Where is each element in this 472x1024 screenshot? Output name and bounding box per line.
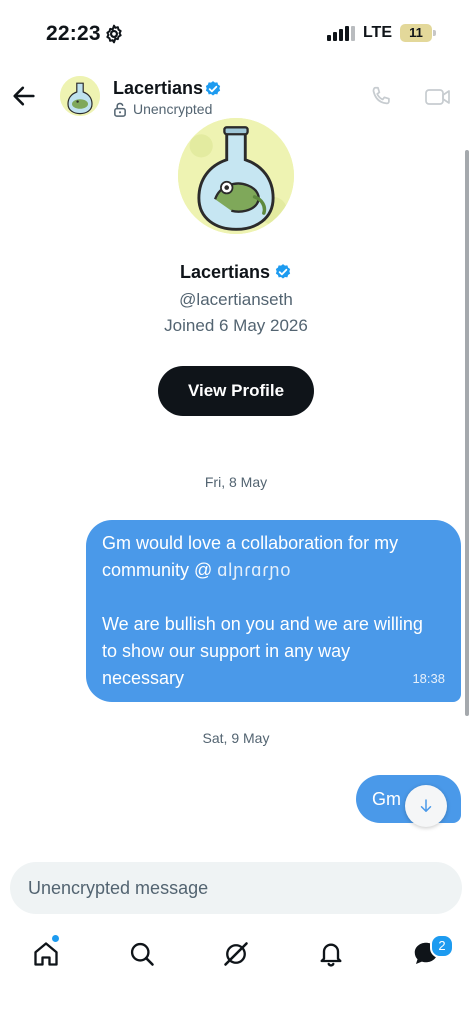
network-type: LTE	[362, 24, 392, 41]
avatar[interactable]	[60, 76, 100, 116]
date-separator: Fri, 8 May	[204, 474, 268, 490]
status-time: 22:23	[46, 22, 101, 45]
profile-handle: @lacertianseth	[179, 290, 293, 309]
contact-name[interactable]: Lacertians	[113, 78, 203, 99]
message-line: Gm would love a collaboration for my	[102, 533, 399, 553]
date-separator: Sat, 9 May	[202, 730, 270, 746]
message-timestamp: 18:38	[412, 671, 445, 686]
message-line: community @ ɑlɲɾɑɾɲo	[102, 557, 445, 584]
message-bubble[interactable]: Gm would love a collaboration for my com…	[86, 520, 461, 702]
home-notification-dot	[52, 935, 59, 942]
lock-open-icon	[114, 102, 126, 117]
scrollbar[interactable]	[465, 150, 469, 716]
nav-search[interactable]	[124, 936, 160, 972]
nav-grok[interactable]	[218, 936, 254, 972]
message-line: to show our support in any way	[102, 641, 351, 661]
status-indicators: LTE 11	[326, 24, 436, 42]
message-line	[102, 584, 445, 611]
status-bar: 22:23 LTE 11	[0, 0, 472, 66]
grok-icon	[224, 942, 248, 966]
messages-badge: 2	[430, 934, 454, 958]
profile-name: Lacertians	[179, 262, 271, 282]
bottom-navigation: 2	[0, 930, 472, 990]
verified-badge-icon	[275, 264, 291, 279]
profile-name-row: Lacertians	[0, 262, 472, 283]
nav-home[interactable]	[28, 936, 64, 972]
profile-avatar[interactable]	[178, 118, 294, 234]
bell-icon	[320, 943, 342, 967]
verified-badge-icon	[205, 81, 221, 96]
home-icon	[34, 942, 58, 966]
battery-icon: 11	[400, 24, 436, 42]
message-text: Gm	[372, 789, 401, 809]
signal-icon	[326, 25, 355, 41]
phone-icon[interactable]	[368, 84, 394, 110]
message-line: necessary	[102, 668, 185, 688]
encryption-status: Unencrypted	[113, 101, 212, 117]
search-icon	[130, 942, 154, 966]
gear-icon	[106, 24, 122, 44]
video-icon[interactable]	[424, 84, 452, 110]
profile-joined-date: Joined 6 May 2026	[164, 316, 308, 335]
arrow-down-icon	[420, 799, 432, 812]
message-input[interactable]	[10, 862, 462, 914]
message-line: We are bullish on you and we are willing	[102, 614, 423, 634]
scroll-to-bottom-button[interactable]	[405, 785, 447, 827]
message-line-text: community @	[102, 560, 218, 580]
nav-notifications[interactable]	[313, 936, 349, 972]
mention-obscured: ɑlɲɾɑɾɲo	[217, 560, 292, 580]
encryption-label: Unencrypted	[133, 101, 213, 117]
view-profile-button[interactable]: View Profile	[158, 366, 314, 416]
back-arrow-icon[interactable]	[10, 82, 38, 110]
